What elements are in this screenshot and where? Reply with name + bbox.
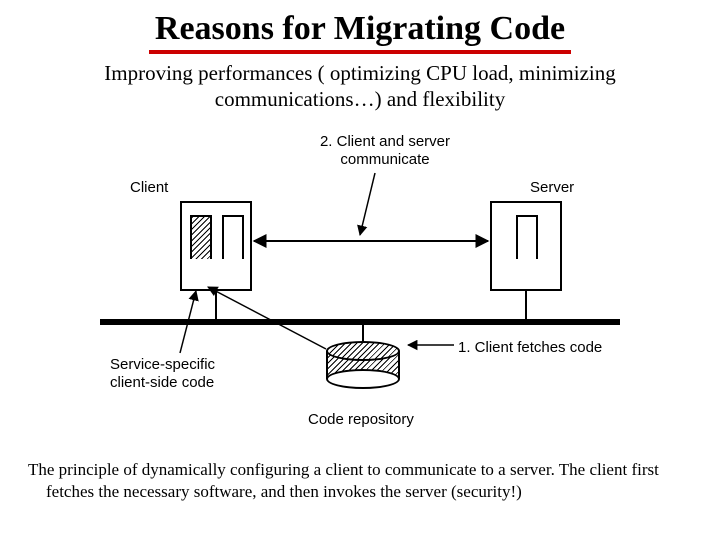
bus-tick-repo: [362, 319, 364, 341]
diagram: Client Server 2. Client and server commu…: [70, 131, 650, 451]
client-empty-slot: [222, 215, 244, 259]
bus-tick-server: [525, 291, 527, 319]
client-code-slot: [190, 215, 212, 259]
repo-label: Code repository: [308, 411, 414, 429]
caption: The principle of dynamically configuring…: [28, 459, 704, 503]
client-label: Client: [130, 179, 168, 197]
network-bus: [100, 319, 620, 325]
page-title: Reasons for Migrating Code: [149, 10, 571, 54]
subtitle: Improving performances ( optimizing CPU …: [60, 60, 660, 113]
step2-pointer: [360, 173, 375, 235]
server-slot: [516, 215, 538, 259]
step1-label: 1. Client fetches code: [458, 339, 602, 357]
side-code-label: Service-specific client-side code: [110, 356, 240, 392]
bus-tick-client: [215, 291, 217, 319]
fetch-arrow: [208, 287, 326, 349]
step2-label: 2. Client and server communicate: [300, 133, 470, 169]
server-box: [490, 201, 562, 291]
server-label: Server: [530, 179, 574, 197]
code-repository: [326, 341, 400, 389]
client-box: [180, 201, 252, 291]
